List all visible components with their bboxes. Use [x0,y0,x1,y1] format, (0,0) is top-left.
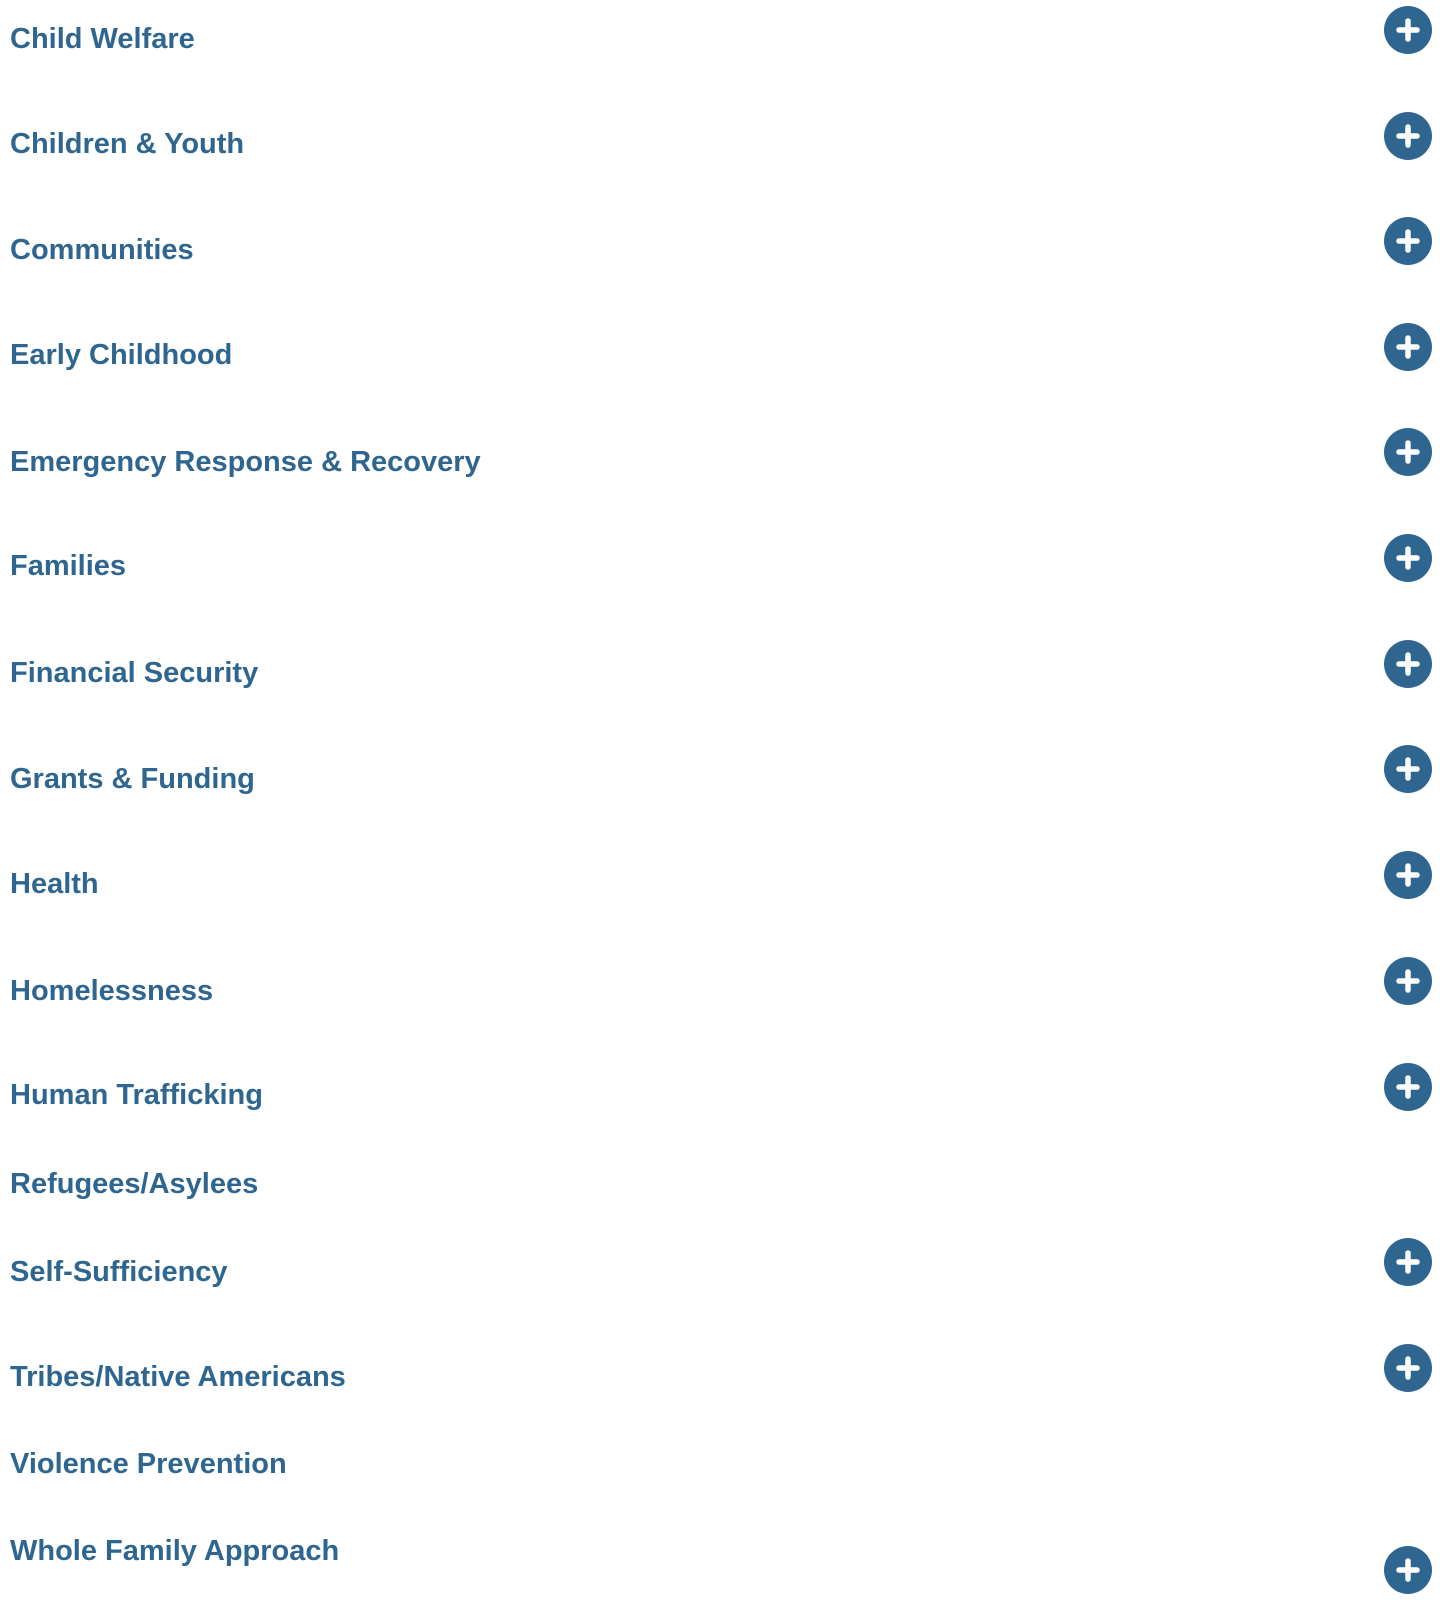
topic-link-tribes-native-americans[interactable]: Tribes/Native Americans [10,1360,346,1394]
plus-circle-icon[interactable] [1384,534,1432,582]
topic-link-human-trafficking[interactable]: Human Trafficking [10,1078,263,1112]
topic-link-families[interactable]: Families [10,549,126,583]
topic-link-violence-prevention[interactable]: Violence Prevention [10,1447,287,1481]
plus-circle-icon[interactable] [1384,957,1432,1005]
topic-link-grants-funding[interactable]: Grants & Funding [10,762,255,796]
topic-link-children-youth[interactable]: Children & Youth [10,127,244,161]
plus-circle-icon[interactable] [1384,428,1432,476]
topic-link-whole-family-approach[interactable]: Whole Family Approach [10,1534,339,1568]
topic-link-emergency-response-recovery[interactable]: Emergency Response & Recovery [10,445,481,479]
plus-circle-icon[interactable] [1384,640,1432,688]
topic-link-communities[interactable]: Communities [10,233,194,267]
topic-link-financial-security[interactable]: Financial Security [10,656,258,690]
topic-link-child-welfare[interactable]: Child Welfare [10,22,195,56]
plus-circle-icon[interactable] [1384,1344,1432,1392]
topics-accordion: Child Welfare Children & Youth Communiti… [0,0,1440,1618]
topic-link-homelessness[interactable]: Homelessness [10,974,213,1008]
plus-circle-icon[interactable] [1384,745,1432,793]
topic-link-self-sufficiency[interactable]: Self-Sufficiency [10,1255,228,1289]
plus-circle-icon[interactable] [1384,1238,1432,1286]
plus-circle-icon[interactable] [1384,1063,1432,1111]
topic-link-health[interactable]: Health [10,867,99,901]
topic-link-early-childhood[interactable]: Early Childhood [10,338,232,372]
plus-circle-icon[interactable] [1384,217,1432,265]
plus-circle-icon[interactable] [1384,851,1432,899]
plus-circle-icon[interactable] [1384,323,1432,371]
plus-circle-icon[interactable] [1384,1546,1432,1594]
topic-link-refugees-asylees[interactable]: Refugees/Asylees [10,1167,258,1201]
plus-circle-icon[interactable] [1384,112,1432,160]
plus-circle-icon[interactable] [1384,6,1432,54]
